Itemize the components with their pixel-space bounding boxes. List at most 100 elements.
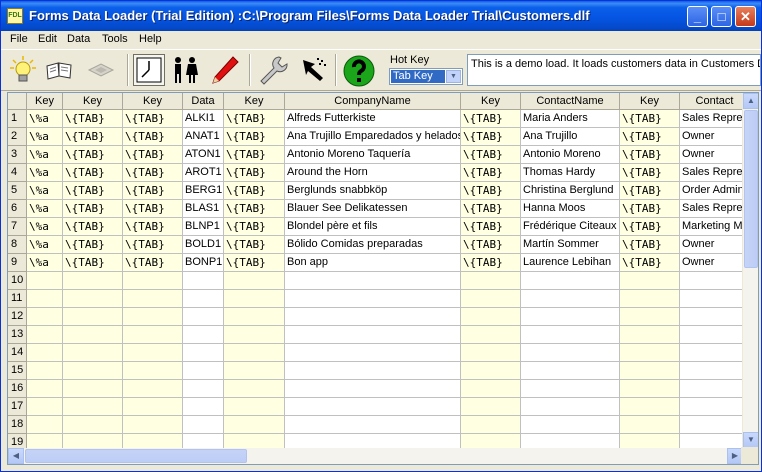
grid-cell[interactable]: \{TAB} — [224, 218, 285, 236]
row-number[interactable]: 1 — [8, 110, 27, 128]
grid-cell[interactable] — [620, 362, 680, 380]
grid-cell[interactable] — [680, 344, 750, 362]
grid-cell[interactable]: Sales Representative — [680, 200, 750, 218]
grid-cell[interactable] — [63, 326, 123, 344]
scroll-left-icon[interactable]: ◀ — [8, 448, 24, 464]
grid-cell[interactable]: AROT1 — [183, 164, 224, 182]
grid-cell[interactable] — [123, 290, 183, 308]
grid-cell[interactable]: \{TAB} — [620, 218, 680, 236]
grid-cell[interactable]: Sales Representative — [680, 110, 750, 128]
grid-cell[interactable]: \{TAB} — [224, 164, 285, 182]
grid-cell[interactable] — [63, 362, 123, 380]
grid-cell[interactable]: \{TAB} — [620, 110, 680, 128]
column-header[interactable]: Data — [183, 93, 224, 110]
grid-cell[interactable] — [521, 398, 620, 416]
grid-cell[interactable]: \{TAB} — [620, 254, 680, 272]
grid-cell[interactable]: Ana Trujillo Emparedados y helados — [285, 128, 461, 146]
grid-cell[interactable] — [27, 344, 63, 362]
grid-cell[interactable] — [123, 380, 183, 398]
grid-cell[interactable]: Blauer See Delikatessen — [285, 200, 461, 218]
grid-cell[interactable] — [680, 416, 750, 434]
grid-cell[interactable]: ATON1 — [183, 146, 224, 164]
grid-cell[interactable]: \{TAB} — [63, 146, 123, 164]
grid-cell[interactable]: \{TAB} — [63, 218, 123, 236]
column-header[interactable]: Key — [27, 93, 63, 110]
grid-cell[interactable] — [461, 290, 521, 308]
grid-cell[interactable]: \{TAB} — [123, 146, 183, 164]
grid-cell[interactable] — [224, 290, 285, 308]
grid-cell[interactable] — [461, 362, 521, 380]
row-number[interactable]: 13 — [8, 326, 27, 344]
menu-edit[interactable]: Edit — [38, 33, 57, 45]
app-icon[interactable]: FDL — [7, 8, 23, 24]
column-header[interactable]: ContactName — [521, 93, 620, 110]
grid-cell[interactable] — [27, 362, 63, 380]
grid-cell[interactable]: \{TAB} — [620, 236, 680, 254]
help-icon[interactable] — [342, 54, 375, 87]
grid-cell[interactable] — [183, 326, 224, 344]
grid-cell[interactable]: BOLD1 — [183, 236, 224, 254]
grid-cell[interactable] — [285, 416, 461, 434]
grid-cell[interactable] — [123, 326, 183, 344]
grid-cell[interactable] — [183, 362, 224, 380]
grid-cell[interactable] — [285, 290, 461, 308]
grid-cell[interactable]: \{TAB} — [620, 182, 680, 200]
grid-cell[interactable] — [680, 308, 750, 326]
grid-cell[interactable] — [680, 272, 750, 290]
grid-cell[interactable]: \{TAB} — [123, 128, 183, 146]
grid-cell[interactable]: \{TAB} — [461, 218, 521, 236]
grid-cell[interactable] — [63, 308, 123, 326]
grid-cell[interactable] — [123, 272, 183, 290]
grid-cell[interactable] — [680, 290, 750, 308]
row-number[interactable]: 12 — [8, 308, 27, 326]
grid-cell[interactable]: \{TAB} — [123, 254, 183, 272]
description-box[interactable]: This is a demo load. It loads customers … — [467, 54, 761, 86]
vertical-scrollbar[interactable]: ▲ ▼ — [742, 93, 758, 448]
grid-cell[interactable]: \%a — [27, 110, 63, 128]
grid-cell[interactable] — [521, 380, 620, 398]
grid-cell[interactable] — [224, 344, 285, 362]
grid-cell[interactable]: Berglunds snabbköp — [285, 182, 461, 200]
chevron-down-icon[interactable]: ▼ — [446, 70, 461, 83]
column-header[interactable]: CompanyName — [285, 93, 461, 110]
grid-cell[interactable]: \{TAB} — [63, 236, 123, 254]
grid-cell[interactable]: Laurence Lebihan — [521, 254, 620, 272]
grid-cell[interactable] — [224, 416, 285, 434]
open-book-icon[interactable] — [43, 54, 75, 86]
grid-cell[interactable]: \{TAB} — [224, 128, 285, 146]
row-number[interactable]: 5 — [8, 182, 27, 200]
grid-cell[interactable]: Around the Horn — [285, 164, 461, 182]
grid-cell[interactable] — [620, 380, 680, 398]
data-grid[interactable]: Key Key Key Data Key CompanyName Key ContactNam… — [7, 92, 759, 465]
grid-cell[interactable] — [63, 416, 123, 434]
grid-cell[interactable] — [27, 326, 63, 344]
row-number[interactable]: 11 — [8, 290, 27, 308]
grid-cell[interactable] — [224, 398, 285, 416]
grid-cell[interactable] — [620, 344, 680, 362]
grid-cell[interactable] — [63, 272, 123, 290]
grid-cell[interactable] — [27, 380, 63, 398]
grid-cell[interactable] — [63, 344, 123, 362]
grid-cell[interactable] — [620, 272, 680, 290]
vertical-scroll-thumb[interactable] — [744, 110, 758, 268]
grid-cell[interactable]: Frédérique Citeaux — [521, 218, 620, 236]
menu-help[interactable]: Help — [139, 33, 162, 45]
grid-cell[interactable] — [285, 344, 461, 362]
grid-cell[interactable]: \%a — [27, 236, 63, 254]
grid-cell[interactable] — [461, 326, 521, 344]
horizontal-scroll-thumb[interactable] — [25, 449, 247, 463]
grid-cell[interactable]: \{TAB} — [620, 128, 680, 146]
row-number[interactable]: 16 — [8, 380, 27, 398]
minimize-button[interactable]: _ — [687, 6, 708, 27]
grid-cell[interactable] — [123, 362, 183, 380]
column-header[interactable]: Key — [620, 93, 680, 110]
close-button[interactable]: ✕ — [735, 6, 756, 27]
grid-cell[interactable]: Hanna Moos — [521, 200, 620, 218]
lightbulb-icon[interactable] — [7, 54, 39, 86]
grid-cell[interactable]: Owner — [680, 254, 750, 272]
scroll-up-icon[interactable]: ▲ — [743, 93, 758, 109]
grid-cell[interactable] — [285, 380, 461, 398]
grid-cell[interactable] — [63, 398, 123, 416]
grid-cell[interactable]: \{TAB} — [461, 236, 521, 254]
grid-cell[interactable] — [680, 362, 750, 380]
